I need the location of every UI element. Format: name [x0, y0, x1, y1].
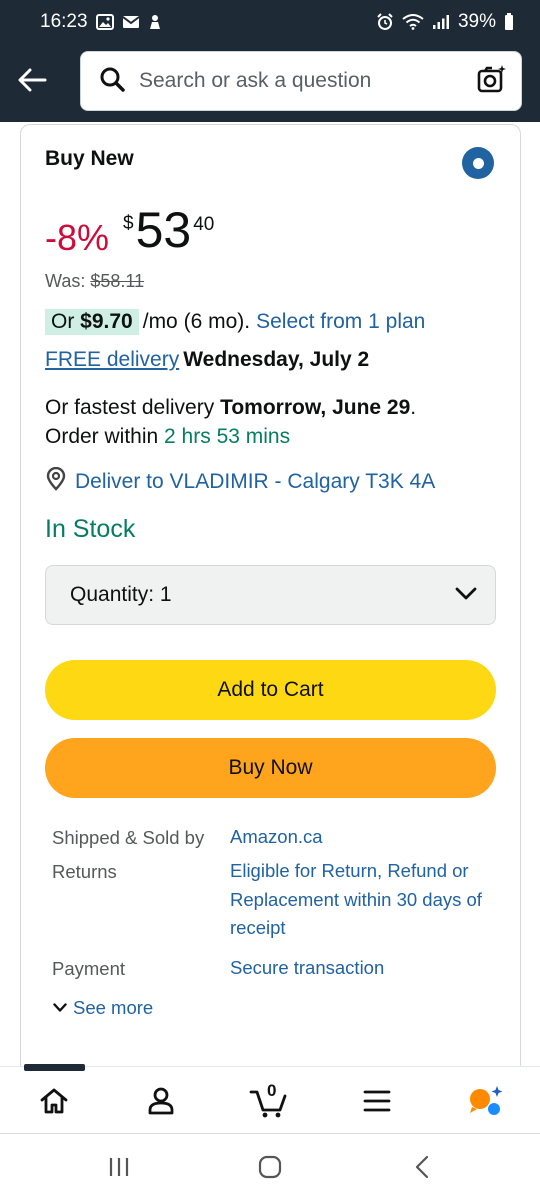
discount-percentage: -8% — [45, 217, 110, 258]
payment-label: Payment — [52, 958, 126, 979]
alarm-icon — [376, 13, 394, 31]
buy-new-radio[interactable] — [462, 147, 494, 179]
was-label: Was: — [45, 271, 86, 291]
chevron-down-icon — [455, 583, 477, 607]
back-button[interactable] — [14, 62, 50, 98]
fastest-delivery-info: Or fastest delivery Tomorrow, June 29. O… — [45, 393, 485, 451]
secure-transaction-link[interactable]: Secure transaction — [230, 954, 490, 983]
bottom-navigation: 0 — [0, 1066, 540, 1132]
search-icon — [99, 66, 125, 97]
delivery-info: FREE delivery Wednesday, July 2 — [45, 348, 369, 372]
battery-icon — [504, 13, 514, 31]
was-price: $58.11 — [90, 271, 145, 291]
back-arrow-icon — [18, 68, 47, 92]
chevron-down-icon — [53, 1003, 67, 1012]
buy-now-button[interactable]: Buy Now — [45, 738, 496, 798]
status-time: 16:23 — [40, 11, 88, 32]
quantity-text: Quantity: 1 — [70, 583, 172, 607]
installment-suffix: /mo (6 mo). — [142, 310, 251, 333]
order-within-label: Order within — [45, 425, 159, 448]
ai-assistant-icon — [470, 1086, 503, 1115]
notification-icon — [148, 14, 162, 30]
active-tab-indicator — [24, 1064, 85, 1071]
quantity-value: 1 — [159, 583, 172, 606]
nav-account[interactable] — [141, 1081, 181, 1121]
nav-menu[interactable] — [357, 1081, 397, 1121]
returns-policy-link[interactable]: Eligible for Return, Refund or Replaceme… — [230, 857, 490, 943]
order-within-countdown: 2 hrs 53 mins — [164, 425, 291, 448]
recent-apps-button[interactable] — [101, 1152, 137, 1182]
home-icon — [40, 1088, 68, 1114]
add-to-cart-button[interactable]: Add to Cart — [45, 660, 496, 720]
wifi-icon — [402, 14, 424, 30]
status-bar: 16:23 39% — [0, 0, 540, 44]
fastest-period: . — [410, 396, 417, 419]
returns-label: Returns — [52, 861, 117, 882]
see-more-label: See more — [73, 997, 154, 1018]
header — [0, 44, 540, 122]
recent-apps-icon — [109, 1158, 129, 1176]
search-input[interactable] — [139, 69, 477, 93]
gallery-icon — [95, 14, 114, 30]
system-back-button[interactable] — [404, 1152, 440, 1182]
price: -8% $ 53 40 — [45, 205, 214, 259]
installment-offer: Or $9.70 /mo (6 mo). Select from 1 plan — [45, 309, 425, 335]
cart-count: 0 — [267, 1081, 277, 1100]
nav-cart[interactable]: 0 — [249, 1081, 289, 1121]
deliver-to-link[interactable]: Deliver to VLADIMIR - Calgary T3K 4A — [75, 470, 435, 494]
quantity-dropdown[interactable]: Quantity: 1 — [45, 565, 496, 625]
buy-box-card: Buy New -8% $ 53 40 Was: $58.11 Or $9.70… — [20, 124, 521, 1074]
home-circle-icon — [258, 1155, 282, 1179]
signal-icon — [432, 14, 450, 30]
installment-highlight: Or $9.70 — [45, 309, 139, 335]
battery-percentage: 39% — [457, 11, 496, 32]
free-delivery-link[interactable]: FREE delivery — [45, 348, 179, 371]
quantity-label: Quantity: — [70, 583, 155, 606]
back-chevron-icon — [415, 1155, 429, 1179]
system-navigation-bar — [0, 1133, 540, 1200]
seller-link[interactable]: Amazon.ca — [230, 823, 490, 852]
radio-selected-dot — [472, 157, 484, 169]
home-button[interactable] — [252, 1152, 288, 1182]
nav-home[interactable] — [34, 1081, 74, 1121]
deliver-to-location[interactable]: Deliver to VLADIMIR - Calgary T3K 4A — [45, 466, 435, 497]
shipped-sold-label: Shipped & Sold by — [52, 827, 205, 848]
buy-new-title: Buy New — [45, 147, 134, 170]
see-more-toggle[interactable]: See more — [53, 997, 153, 1019]
search-bar[interactable] — [80, 51, 522, 111]
installment-prefix: Or — [51, 310, 75, 333]
location-pin-icon — [45, 466, 67, 497]
camera-lens-icon[interactable] — [477, 64, 507, 99]
menu-icon — [363, 1090, 391, 1112]
user-icon — [148, 1087, 174, 1115]
fastest-prefix: Or fastest delivery — [45, 396, 215, 419]
price-whole: 53 — [135, 202, 192, 258]
nav-rufus-assistant[interactable] — [466, 1081, 506, 1121]
stock-status: In Stock — [45, 515, 136, 543]
price-currency: $ — [123, 213, 134, 234]
was-price-line: Was: $58.11 — [45, 271, 144, 292]
select-plan-link[interactable]: Select from 1 plan — [256, 310, 425, 334]
fastest-date: Tomorrow, June 29 — [220, 396, 411, 419]
mail-icon — [121, 15, 140, 29]
delivery-date: Wednesday, July 2 — [183, 348, 370, 371]
installment-amount: $9.70 — [80, 310, 133, 333]
price-fraction: 40 — [193, 214, 215, 235]
